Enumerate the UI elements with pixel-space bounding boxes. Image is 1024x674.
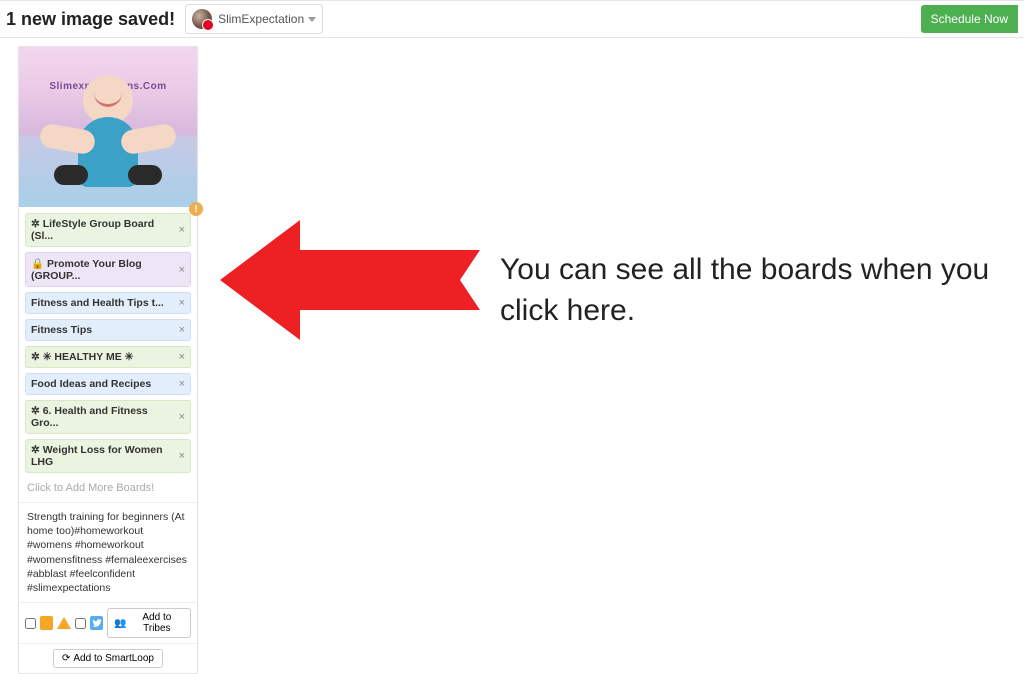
remove-board-icon[interactable]: × xyxy=(179,450,185,462)
board-tag-label: Food Ideas and Recipes xyxy=(31,378,151,390)
card-footer: 👥 Add to Tribes xyxy=(19,602,197,643)
remove-board-icon[interactable]: × xyxy=(179,264,185,276)
add-to-tribes-button[interactable]: 👥 Add to Tribes xyxy=(107,608,191,638)
tribes-icon: 👥 xyxy=(114,618,126,629)
board-tag[interactable]: ✲ ✳ HEALTHY ME ✳ × xyxy=(25,346,191,368)
pin-image[interactable]: Slimexpectations.Com xyxy=(19,47,197,207)
top-bar: 1 new image saved! SlimExpectation Sched… xyxy=(0,0,1024,38)
saved-message: 1 new image saved! xyxy=(6,9,175,30)
add-to-tribes-label: Add to Tribes xyxy=(130,612,184,634)
add-boards-input[interactable]: Click to Add More Boards! xyxy=(25,478,191,500)
pin-description[interactable]: Strength training for beginners (At home… xyxy=(19,502,197,602)
annotation-arrow xyxy=(220,220,480,340)
remove-board-icon[interactable]: × xyxy=(179,411,185,423)
remove-board-icon[interactable]: × xyxy=(179,224,185,236)
board-tag[interactable]: Fitness and Health Tips t... × xyxy=(25,292,191,314)
board-tag-label: ✲ ✳ HEALTHY ME ✳ xyxy=(31,351,133,363)
warning-badge[interactable]: ! xyxy=(189,202,203,216)
board-tag-label: Fitness and Health Tips t... xyxy=(31,297,164,309)
remove-board-icon[interactable]: × xyxy=(179,324,185,336)
select-checkbox-1[interactable] xyxy=(25,618,36,629)
add-to-smartloop-label: Add to SmartLoop xyxy=(73,653,154,664)
add-to-smartloop-button[interactable]: ⟳ Add to SmartLoop xyxy=(53,649,163,668)
avatar xyxy=(192,9,212,29)
board-tag[interactable]: Food Ideas and Recipes × xyxy=(25,373,191,395)
chevron-down-icon xyxy=(308,17,316,22)
board-tag-label: ✲ 6. Health and Fitness Gro... xyxy=(31,405,175,429)
board-tag-label: ✲ LifeStyle Group Board (Sl... xyxy=(31,218,175,242)
profile-switcher[interactable]: SlimExpectation xyxy=(185,4,323,34)
boards-list: ✲ LifeStyle Group Board (Sl...×🔒 Promote… xyxy=(19,207,197,502)
board-tag-label: ✲ Weight Loss for Women LHG xyxy=(31,444,175,468)
twitter-icon[interactable] xyxy=(90,616,103,630)
orange-triangle-icon[interactable] xyxy=(57,617,71,629)
remove-board-icon[interactable]: × xyxy=(179,297,185,309)
board-tag-label: 🔒 Promote Your Blog (GROUP... xyxy=(31,257,175,282)
loop-icon: ⟳ xyxy=(62,653,70,664)
annotation-text: You can see all the boards when you clic… xyxy=(500,250,1024,331)
board-tag[interactable]: Fitness Tips × xyxy=(25,319,191,341)
smartloop-row: ⟳ Add to SmartLoop xyxy=(19,643,197,673)
select-checkbox-2[interactable] xyxy=(75,618,86,629)
board-tag-label: Fitness Tips xyxy=(31,324,92,336)
board-tag[interactable]: ✲ 6. Health and Fitness Gro... × xyxy=(25,400,191,434)
pin-card: Slimexpectations.Com ! ✲ LifeStyle Group… xyxy=(18,46,198,674)
orange-square-icon[interactable] xyxy=(40,616,53,630)
board-tag[interactable]: ✲ LifeStyle Group Board (Sl... × xyxy=(25,213,191,247)
board-tag[interactable]: ✲ Weight Loss for Women LHG × xyxy=(25,439,191,473)
schedule-now-button[interactable]: Schedule Now xyxy=(921,5,1018,33)
profile-name: SlimExpectation xyxy=(218,12,304,26)
remove-board-icon[interactable]: × xyxy=(179,351,185,363)
board-tag[interactable]: 🔒 Promote Your Blog (GROUP... × xyxy=(25,252,191,287)
remove-board-icon[interactable]: × xyxy=(179,378,185,390)
